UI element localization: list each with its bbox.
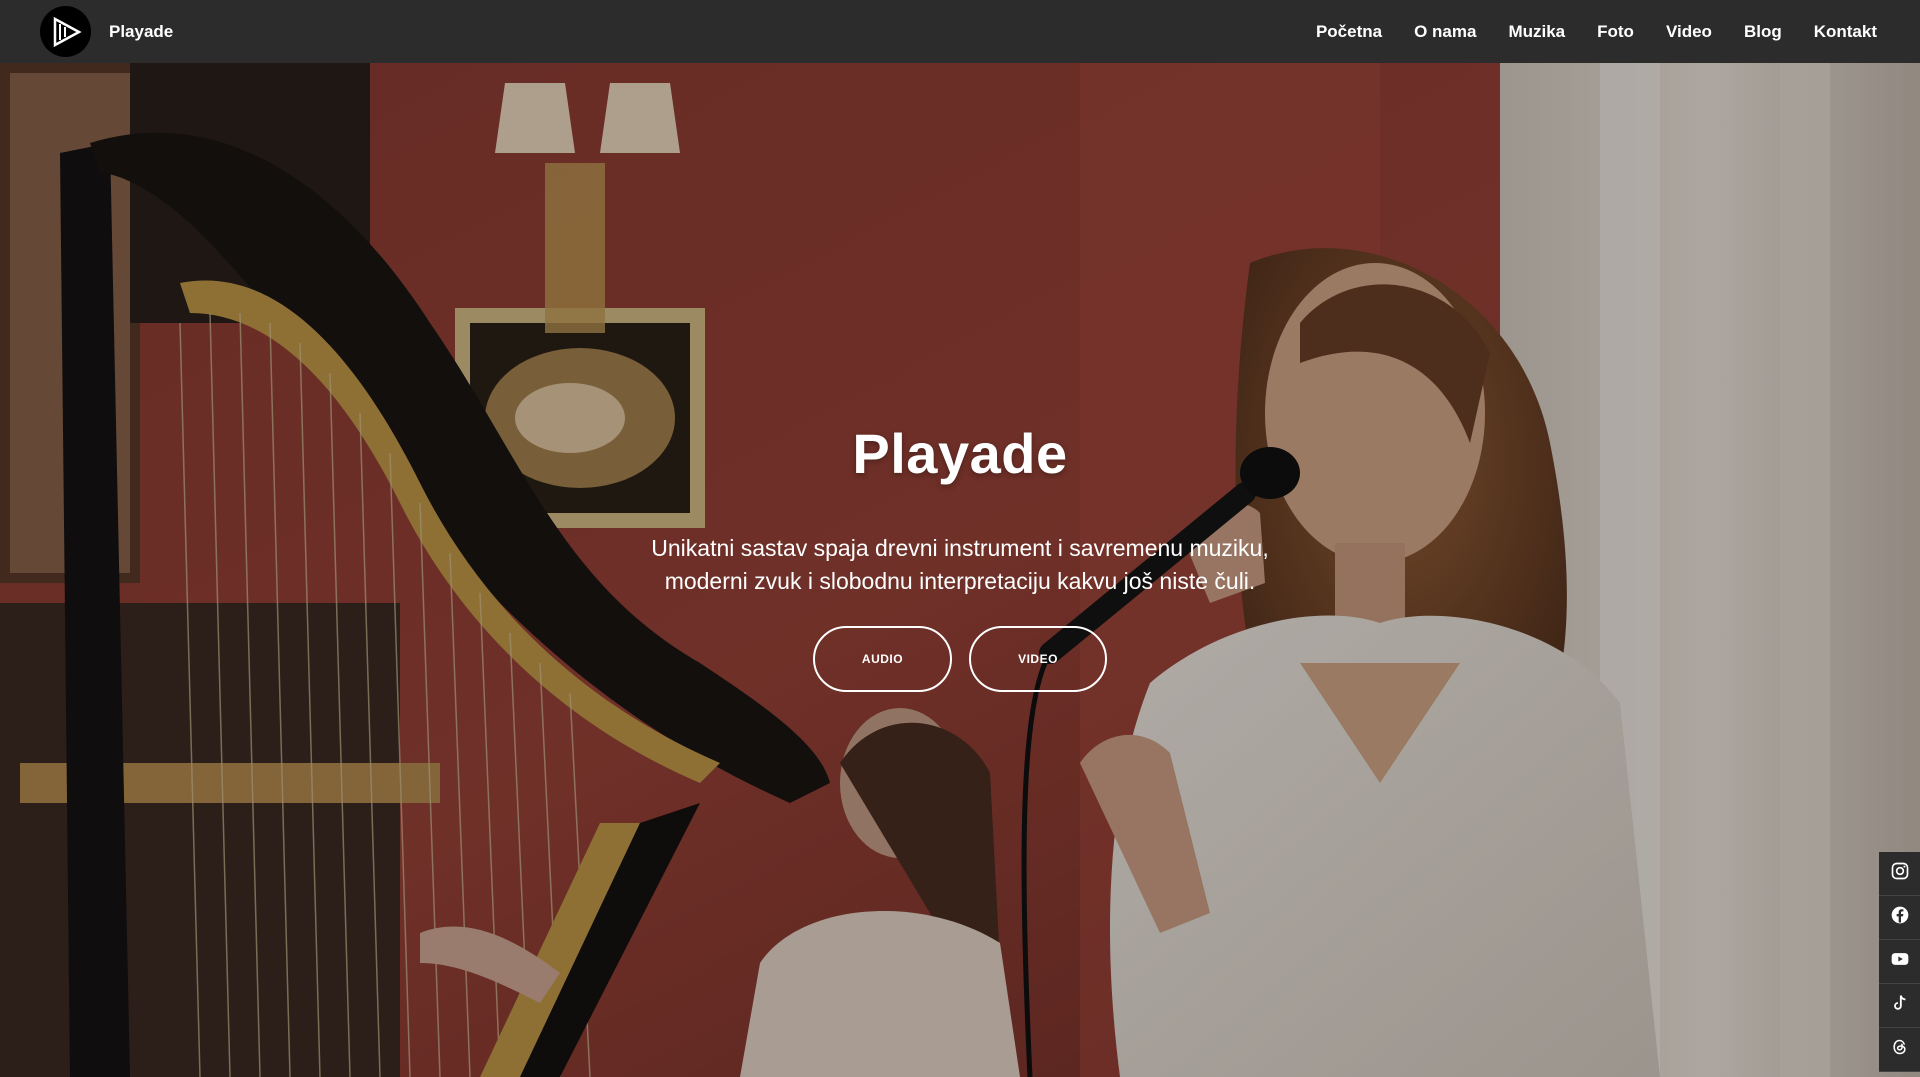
hero-tagline-line-2: moderni zvuk i slobodnu interpretaciju k… xyxy=(664,568,1256,594)
main-nav: Početna O nama Muzika Foto Video Blog Ko… xyxy=(1316,22,1877,42)
facebook-icon xyxy=(1890,905,1910,930)
top-navbar: Playade Početna O nama Muzika Foto Video… xyxy=(0,0,1920,63)
nav-o-nama[interactable]: O nama xyxy=(1414,22,1476,42)
play-triangle-logo-icon xyxy=(40,6,91,57)
hero-title: Playade xyxy=(852,422,1068,485)
hero-tagline: Unikatni sastav spaja drevni instrument … xyxy=(0,532,1920,598)
hero-content: Playade Unikatni sastav spaja drevni ins… xyxy=(0,426,1920,692)
nav-kontakt[interactable]: Kontakt xyxy=(1814,22,1877,42)
youtube-link[interactable] xyxy=(1879,940,1920,984)
instagram-link[interactable] xyxy=(1879,852,1920,896)
nav-blog[interactable]: Blog xyxy=(1744,22,1782,42)
nav-foto[interactable]: Foto xyxy=(1597,22,1634,42)
nav-video[interactable]: Video xyxy=(1666,22,1712,42)
video-button[interactable]: VIDEO xyxy=(969,626,1107,692)
hero-section: Playade Unikatni sastav spaja drevni ins… xyxy=(0,63,1920,1077)
hero-tagline-line-1: Unikatni sastav spaja drevni instrument … xyxy=(651,535,1269,561)
brand-name: Playade xyxy=(109,21,174,41)
tiktok-icon xyxy=(1890,993,1910,1018)
threads-link[interactable] xyxy=(1879,1028,1920,1072)
brand-link[interactable]: Playade xyxy=(40,6,173,57)
tiktok-link[interactable] xyxy=(1879,984,1920,1028)
instagram-icon xyxy=(1890,861,1910,886)
audio-button[interactable]: AUDIO xyxy=(813,626,952,692)
facebook-link[interactable] xyxy=(1879,896,1920,940)
social-sidebar xyxy=(1879,852,1920,1072)
nav-muzika[interactable]: Muzika xyxy=(1508,22,1565,42)
youtube-icon xyxy=(1890,949,1910,974)
nav-pocetna[interactable]: Početna xyxy=(1316,22,1382,42)
threads-icon xyxy=(1890,1037,1910,1062)
hero-cta-row: AUDIO VIDEO xyxy=(0,626,1920,692)
